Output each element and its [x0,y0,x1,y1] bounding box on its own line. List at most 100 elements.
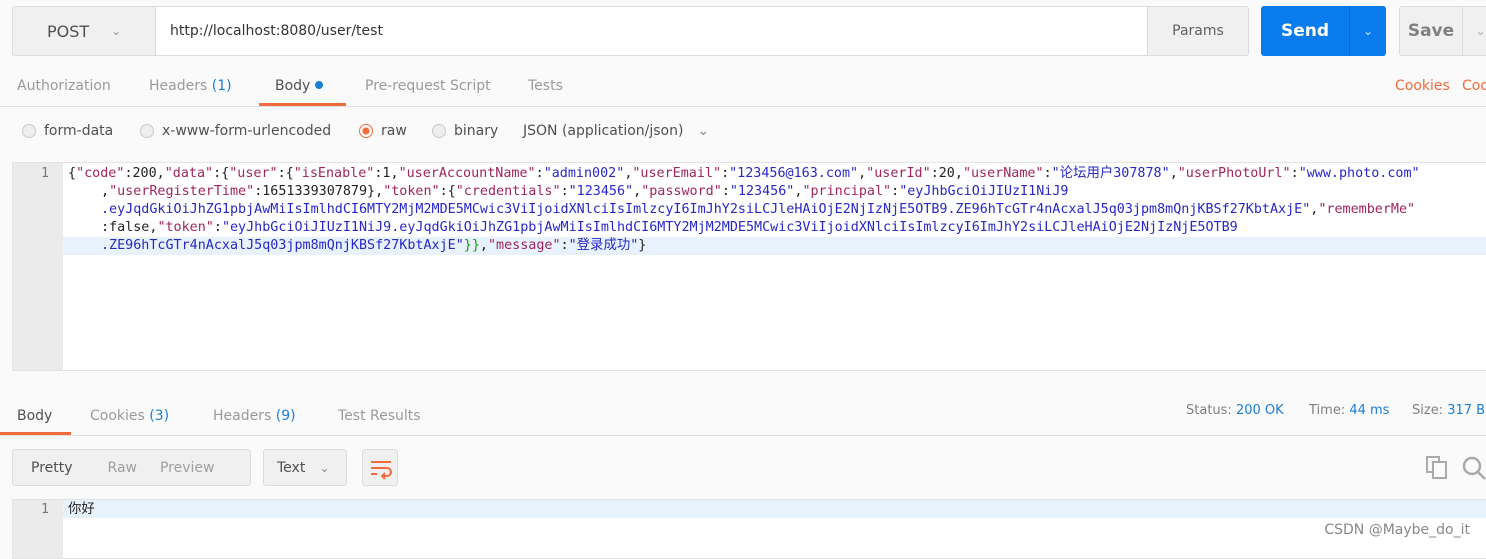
tab-label: Cookies [90,408,145,424]
search-icon[interactable] [1462,456,1486,480]
request-body-editor[interactable]: 1 {"code":200,"data":{"user":{"isEnable"… [12,162,1486,371]
request-tabs: Authorization Headers (1) Body Pre-reque… [0,66,1486,107]
radio-raw[interactable]: raw [359,123,407,139]
active-tab-indicator [259,103,346,106]
view-mode-segmented: Pretty Raw Preview [12,449,251,486]
content-type-label: JSON (application/json) [523,123,684,139]
json-punctuation: : [560,238,569,253]
json-punctuation: :1, [374,166,399,181]
view-pretty-button[interactable]: Pretty [13,460,73,476]
status-readout: Status: 200 OK [1186,403,1284,418]
tab-label: Headers [149,78,208,94]
json-key: "data" [164,166,214,181]
url-text: http://localhost:8080/user/test [170,23,383,39]
radio-label: form-data [44,123,114,139]
tab-response-body[interactable]: Body [17,408,52,424]
code-line: :false,"token":"eyJhbGciOiJIUzI1NiJ9.eyJ… [68,219,1420,237]
line-number: 1 [41,166,49,181]
url-input[interactable]: http://localhost:8080/user/test [155,6,1148,56]
radio-selected-icon [359,124,373,138]
tab-tests[interactable]: Tests [528,78,563,94]
size-readout: Size: 317 B [1412,403,1485,418]
response-body-text: 你好 [68,502,95,517]
radio-x-www-form-urlencoded[interactable]: x-www-form-urlencoded [140,123,331,139]
method-label: POST [47,21,90,41]
json-string: .ZE96hTcGTr4nAcxalJ5q03jpm8mQnjKBSf27Kbt… [101,238,464,253]
tab-count: (3) [149,408,170,424]
json-punctuation: : [721,184,730,199]
view-preview-button[interactable]: Preview [137,460,215,476]
tab-label: Headers [213,408,272,424]
size-value: 317 B [1447,403,1486,418]
radio-label: raw [381,123,407,139]
tab-body[interactable]: Body [275,78,323,94]
save-label: Save [1407,21,1455,41]
radio-label: binary [454,123,499,139]
tab-authorization[interactable]: Authorization [17,78,111,94]
json-key: "rememberMe" [1318,202,1416,217]
chevron-down-icon[interactable]: ⌄ [1462,7,1486,55]
code-line: .eyJqdGkiOiJhZG1pbjAwMiIsImlhdCI6MTY2MjM… [68,201,1420,219]
json-punctuation: : [560,184,569,199]
tab-headers[interactable]: Headers (1) [149,78,232,94]
send-button[interactable]: Send ⌄ [1261,6,1386,56]
json-punctuation: :200, [124,166,165,181]
radio-form-data[interactable]: form-data [22,123,113,139]
json-key: "userName" [962,166,1044,181]
status-label: Status: [1186,403,1232,418]
time-readout: Time: 44 ms [1309,403,1389,418]
json-punctuation: , [101,184,110,199]
request-body-code: {"code":200,"data":{"user":{"isEnable":1… [68,165,1420,255]
json-string: "admin002" [543,166,625,181]
json-punctuation: :20, [930,166,963,181]
json-key: "userPhotoUrl" [1177,166,1291,181]
status-value: 200 OK [1235,403,1284,418]
method-select[interactable]: POST ⌄ [12,6,156,56]
json-punctuation: :1651339307879}, [254,184,384,199]
tab-response-cookies[interactable]: Cookies (3) [90,408,169,424]
cookies-link[interactable]: Cookies [1395,78,1450,94]
json-punctuation: :{ [213,166,230,181]
modified-dot-icon [314,81,323,89]
json-punctuation: : [891,184,900,199]
json-string: "登录成功" [568,238,639,253]
active-tab-indicator [0,432,71,435]
code-line: {"code":200,"data":{"user":{"isEnable":1… [68,165,1420,183]
json-punctuation: { [68,166,77,181]
json-punctuation: :{ [277,166,294,181]
time-label: Time: [1309,403,1346,418]
tab-response-headers[interactable]: Headers (9) [213,408,296,424]
save-button[interactable]: Save ⌄ [1399,6,1486,56]
code-link[interactable]: Code [1462,78,1486,94]
current-line-highlight [63,500,1486,518]
json-punctuation: , [858,166,867,181]
line-gutter: 1 [13,163,63,370]
json-punctuation: } [638,238,647,253]
json-key: "credentials" [455,184,561,199]
size-label: Size: [1412,403,1444,418]
json-string: "www.photo.com" [1298,166,1420,181]
format-select[interactable]: Text ⌄ [263,449,347,486]
tab-test-results[interactable]: Test Results [338,408,421,424]
wrap-lines-button[interactable] [362,449,398,486]
line-gutter: 1 [13,500,63,558]
view-raw-button[interactable]: Raw [73,460,137,476]
params-button[interactable]: Params [1147,6,1249,56]
json-punctuation: : [213,220,222,235]
json-key: "userAccountName" [398,166,536,181]
copy-icon[interactable] [1426,456,1448,480]
chevron-down-icon[interactable]: ⌄ [1349,6,1386,56]
chevron-down-icon: ⌄ [697,123,710,139]
json-punctuation: :false, [101,220,158,235]
json-key: "user" [229,166,278,181]
json-key: "principal" [802,184,892,199]
json-key: "userEmail" [632,166,722,181]
radio-binary[interactable]: binary [432,123,498,139]
tab-count: (9) [275,408,296,424]
json-punctuation: : [1290,166,1299,181]
content-type-select[interactable]: JSON (application/json) ⌄ [523,123,709,139]
json-string: "123456@163.com" [729,166,859,181]
tab-pre-request-script[interactable]: Pre-request Script [365,78,491,94]
json-key: "code" [76,166,125,181]
response-body-viewer[interactable]: 1 你好 [12,499,1486,559]
